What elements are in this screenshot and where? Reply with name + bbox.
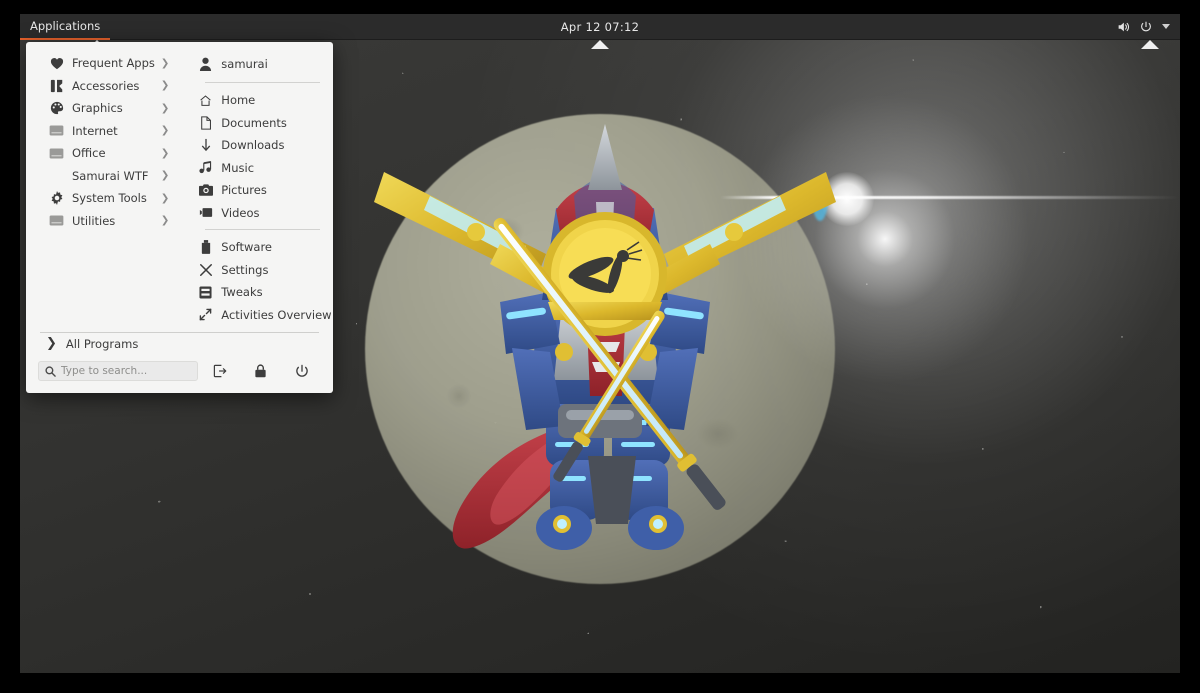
chevron-right-icon: ❯: [160, 80, 170, 92]
place-pictures[interactable]: Pictures: [187, 179, 337, 202]
session-actions: [212, 364, 321, 379]
place-label: Videos: [221, 205, 260, 220]
panel-pointer-center: [591, 40, 609, 49]
menu-category-samurai-wtf[interactable]: Samurai WTF ❯: [38, 165, 175, 188]
system-settings[interactable]: Settings: [187, 259, 337, 282]
heart-icon: [48, 56, 65, 70]
applications-menu-button[interactable]: Applications: [20, 13, 111, 40]
place-downloads[interactable]: Downloads: [187, 134, 337, 157]
video-icon: [197, 206, 214, 220]
menu-category-label: Graphics: [72, 101, 123, 116]
user-name: samurai: [221, 57, 268, 71]
menu-category-label: Internet: [72, 123, 118, 138]
document-icon: [197, 116, 214, 130]
power-button[interactable]: [294, 364, 309, 379]
place-home[interactable]: Home: [187, 89, 337, 112]
chevron-right-icon: ❯: [160, 57, 170, 69]
places-column: samurai Home Documents Downloads Music P…: [179, 52, 341, 326]
accessories-icon: [48, 79, 65, 93]
clock[interactable]: Apr 12 07:12: [20, 20, 1180, 34]
menu-category-label: Frequent Apps: [72, 56, 155, 71]
folder-icon: [48, 124, 65, 138]
menu-body: Frequent Apps ❯ Accessories ❯ Graphics ❯: [26, 42, 333, 326]
menu-category-label: System Tools: [72, 191, 147, 206]
place-videos[interactable]: Videos: [187, 202, 337, 225]
place-music[interactable]: Music: [187, 157, 337, 180]
lock-button[interactable]: [253, 364, 268, 379]
user-account-item[interactable]: samurai: [187, 52, 337, 76]
samurai-mech-art: [374, 124, 836, 550]
place-label: Music: [221, 160, 255, 175]
place-label: Home: [221, 93, 256, 108]
system-activities-overview[interactable]: Activities Overview: [187, 304, 337, 327]
search-icon: [45, 365, 56, 377]
home-icon: [197, 93, 214, 107]
system-label: Activities Overview: [221, 307, 332, 322]
menu-category-label: Utilities: [72, 213, 116, 228]
system-software[interactable]: Software: [187, 236, 337, 259]
activities-icon: [197, 308, 214, 322]
camera-icon: [197, 183, 214, 197]
gear-icon: [48, 191, 65, 206]
chevron-right-icon: ❯: [160, 170, 170, 182]
power-icon[interactable]: [1139, 20, 1153, 34]
palette-icon: [48, 101, 65, 115]
folder-icon: [48, 146, 65, 160]
menu-category-frequent-apps[interactable]: Frequent Apps ❯: [38, 52, 175, 75]
applications-label: Applications: [30, 18, 101, 33]
place-label: Pictures: [221, 183, 267, 198]
divider: [205, 229, 320, 230]
place-documents[interactable]: Documents: [187, 112, 337, 135]
place-label: Documents: [221, 115, 287, 130]
music-icon: [197, 161, 214, 175]
tweaks-icon: [197, 285, 214, 299]
top-panel: Applications Apr 12 07:12: [20, 13, 1180, 40]
footer-divider: [40, 332, 319, 333]
folder-icon: [48, 214, 65, 228]
menu-category-label: Accessories: [72, 78, 140, 93]
chevron-right-icon: ❯: [160, 192, 170, 204]
all-programs-button[interactable]: ❯ All Programs: [38, 335, 321, 353]
screen-root: Applications Apr 12 07:12 Frequent Apps …: [0, 0, 1200, 693]
panel-pointer-right: [1141, 40, 1159, 49]
download-icon: [197, 138, 214, 152]
menu-category-label: Office: [72, 146, 106, 161]
menu-category-internet[interactable]: Internet ❯: [38, 120, 175, 143]
category-column: Frequent Apps ❯ Accessories ❯ Graphics ❯: [26, 52, 179, 326]
menu-category-office[interactable]: Office ❯: [38, 142, 175, 165]
system-tray: [1116, 20, 1180, 34]
system-label: Software: [221, 240, 272, 255]
system-label: Settings: [221, 262, 269, 277]
chevron-right-icon: ❯: [160, 215, 170, 227]
menu-footer: [26, 353, 333, 393]
chevron-right-icon: ❯: [160, 102, 170, 114]
system-tweaks[interactable]: Tweaks: [187, 281, 337, 304]
software-icon: [197, 240, 214, 255]
divider: [205, 82, 320, 83]
volume-icon[interactable]: [1116, 20, 1130, 34]
all-programs-label: All Programs: [65, 336, 139, 351]
logout-button[interactable]: [212, 364, 227, 379]
menu-category-system-tools[interactable]: System Tools ❯: [38, 187, 175, 210]
chevron-right-icon: ❯: [46, 336, 57, 352]
chevron-right-icon: ❯: [160, 125, 170, 137]
chevron-down-icon[interactable]: [1162, 24, 1170, 29]
search-input[interactable]: [61, 365, 191, 377]
menu-category-utilities[interactable]: Utilities ❯: [38, 210, 175, 233]
menu-category-label: Samurai WTF: [72, 168, 149, 183]
search-box[interactable]: [38, 361, 198, 381]
menu-category-graphics[interactable]: Graphics ❯: [38, 97, 175, 120]
settings-icon: [197, 263, 214, 277]
menu-category-accessories[interactable]: Accessories ❯: [38, 75, 175, 98]
system-label: Tweaks: [221, 285, 263, 300]
application-menu-popup: Frequent Apps ❯ Accessories ❯ Graphics ❯: [26, 42, 333, 393]
samurai-mech-figure: [350, 104, 850, 584]
chevron-right-icon: ❯: [160, 147, 170, 159]
place-label: Downloads: [221, 138, 285, 153]
user-icon: [197, 57, 214, 71]
